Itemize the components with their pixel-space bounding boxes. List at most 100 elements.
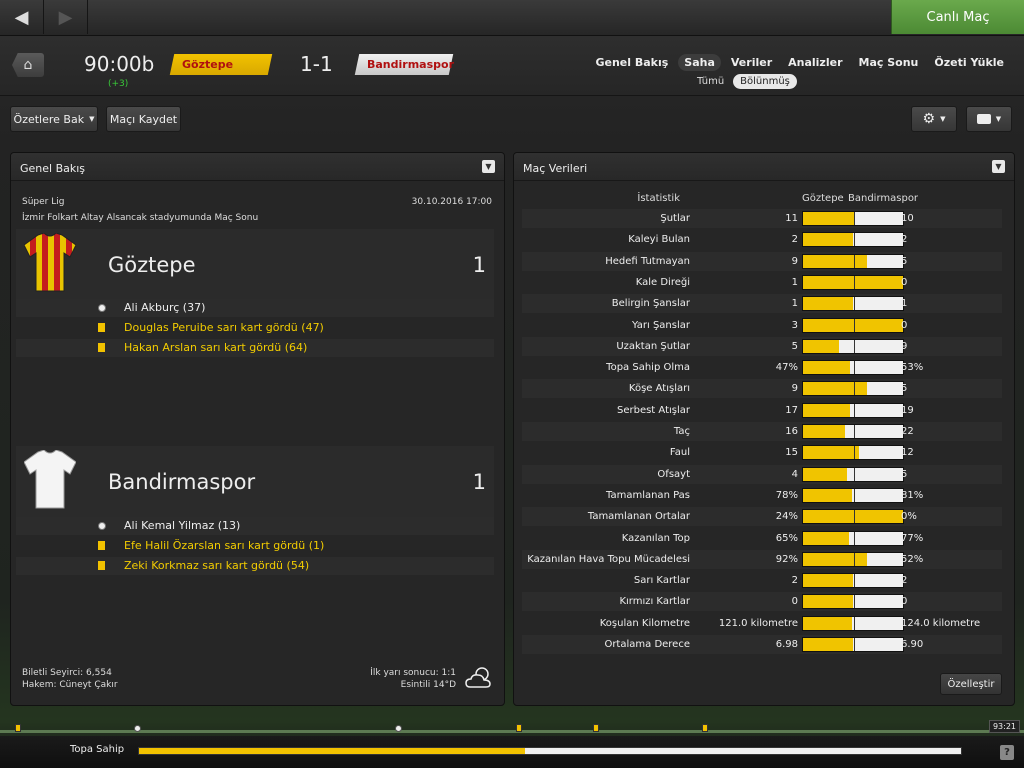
stat-away-value: 0 [901,596,908,608]
live-match-button[interactable]: Canlı Maç [891,0,1024,34]
gear-icon: ⚙ [922,111,936,127]
stat-row: Kazanılan Top 65% 77% [522,529,1002,548]
stat-row: Tamamlanan Ortalar 24% 0% [522,507,1002,527]
ball-icon [98,522,106,530]
tab-4[interactable]: Maç Sonu [853,54,925,71]
stat-row: Belirgin Şanslar 1 1 [522,294,1002,314]
top-bar: ◀ ▶ Canlı Maç [0,0,1024,36]
stat-home-value: 9 [791,255,798,267]
stats-header: Maç Verileri ▼ [514,153,1014,181]
stat-row: Kazanılan Hava Topu Mücadelesi 92% 52% [522,549,1002,569]
stat-home-value: 11 [785,213,798,224]
stat-row: Ofsayt 4 5 [522,464,1002,484]
timeline-card-marker[interactable] [701,724,708,732]
stat-away-value: 10 [901,213,914,224]
stat-bar-midline [854,510,855,524]
stat-label: Belirgin Şanslar [611,298,690,310]
match-timeline[interactable]: 93:21 [0,720,1024,736]
stat-label: Yarı Şanslar [632,319,690,331]
stat-label: Kaleyi Bulan [628,234,690,246]
event-text: Efe Halil Özarslan sarı kart gördü (1) [124,539,325,552]
away-event-row[interactable]: Ali Kemal Yilmaz (13) [16,517,494,535]
away-event-row[interactable]: Zeki Korkmaz sarı kart gördü (54) [16,557,494,575]
stat-row: Koşulan Kilometre 121.0 kilometre 124.0 ki… [522,614,1002,633]
possession-bar [138,747,962,755]
stat-bar-fill [803,488,852,502]
stat-row: Faul 15 12 [522,443,1002,462]
overview-menu-button[interactable]: ▼ [482,160,495,173]
stat-row: Ortalama Derece 6.98 6.90 [522,635,1002,654]
stat-bar-fill [803,531,849,545]
stat-away-value: 81% [901,489,924,501]
stat-bar-midline [854,574,855,588]
stat-label: Koşulan Kilometre [599,617,690,629]
away-team-pill[interactable]: Bandirmaspor [354,54,454,75]
match-info-right: İlk yarı sonucu: 1:1 Esintili 14°D [370,667,456,691]
tab-1[interactable]: Saha [678,54,721,71]
view-tabs: Genel Bakış Saha Veriler Analizler Maç Sonu Ö… [589,54,1010,71]
match-clock: 90:00b [84,52,155,76]
stat-bar-fill [803,638,853,651]
speech-bubble-icon [976,114,991,124]
stat-home-value: 2 [791,234,798,246]
back-button[interactable]: ◀ [0,0,44,34]
forward-button[interactable]: ▶ [44,0,88,34]
stat-bar-midline [854,275,855,289]
stat-bar-midline [854,254,855,268]
stat-row: Köşe Atışları 9 5 [522,379,1002,399]
home-team-pill[interactable]: Göztepe [169,54,273,75]
timeline-card-marker[interactable] [14,724,21,732]
stat-bar-fill [803,425,845,438]
stat-label: Kale Direği [635,276,690,288]
timeline-goal-marker[interactable] [133,725,141,732]
tab-3[interactable]: Analizler [782,54,848,71]
home-icon: ⌂ [23,57,33,73]
stat-bar-fill [803,318,903,332]
tab-2[interactable]: Veriler [725,54,778,71]
customize-button[interactable]: Özelleştir [940,673,1002,695]
arrow-left-icon: ◀ [14,6,29,28]
subtab-0[interactable]: Tümü [690,74,731,89]
tab-5[interactable]: Özeti Yükle [928,54,1010,71]
help-button[interactable]: ? [1000,745,1014,760]
ball-icon [98,304,106,312]
home-event-row[interactable]: Douglas Peruibe sarı kart gördü (47) [16,319,494,337]
event-text: Ali Kemal Yilmaz (13) [124,519,241,532]
settings-dropdown[interactable]: ⚙ ▼ [911,106,957,132]
timeline-card-marker[interactable] [516,724,523,732]
home-button[interactable]: ⌂ [12,53,44,77]
stat-bar-fill [803,382,867,396]
stat-bar-midline [854,467,855,481]
stat-row: Topa Sahip Olma 47% 53% [522,358,1002,377]
home-event-row[interactable]: Hakan Arslan sarı kart gördü (64) [16,339,494,357]
stat-bar-fill [803,297,853,311]
subtab-1[interactable]: Bölünmüş [733,74,797,89]
weather-text: Esintili 14°D [400,680,456,690]
stats-menu-button[interactable]: ▼ [992,160,1005,173]
stat-home-value: 2 [791,575,798,587]
save-match-button[interactable]: Maçı Kaydet [106,106,181,132]
stat-home-value: 6.98 [775,639,798,650]
home-shirt-icon [24,233,76,292]
partly-cloudy-icon [465,667,491,688]
tab-0[interactable]: Genel Bakış [589,54,674,71]
home-team-row: Göztepe 1 [16,229,494,301]
chat-dropdown[interactable]: ▼ [966,106,1012,132]
stat-away-value: 0 [901,276,908,288]
stat-bar-fill [803,233,853,247]
event-text: Douglas Peruibe sarı kart gördü (47) [124,321,324,334]
home-event-row[interactable]: Ali Akburç (37) [16,299,494,317]
match-info-left: Biletli Seyirci: 6,554 Hakem: Cüneyt Çak… [22,667,118,691]
referee: Hakem: Cüneyt Çakır [22,680,118,690]
away-event-row[interactable]: Efe Halil Özarslan sarı kart gördü (1) [16,537,494,555]
stat-away-value: 5 [901,468,908,480]
stat-away-value: 9 [901,340,908,352]
home-team-title: Göztepe [108,253,196,277]
stat-bar [802,232,904,248]
stat-label: Hedefi Tutmayan [605,255,690,267]
highlights-dropdown[interactable]: Özetlere Bak ▼ [10,106,98,132]
stat-bar [802,551,904,567]
timeline-card-marker[interactable] [592,724,599,732]
stat-label: Tamamlanan Ortalar [587,511,690,523]
stat-bar [802,317,904,333]
